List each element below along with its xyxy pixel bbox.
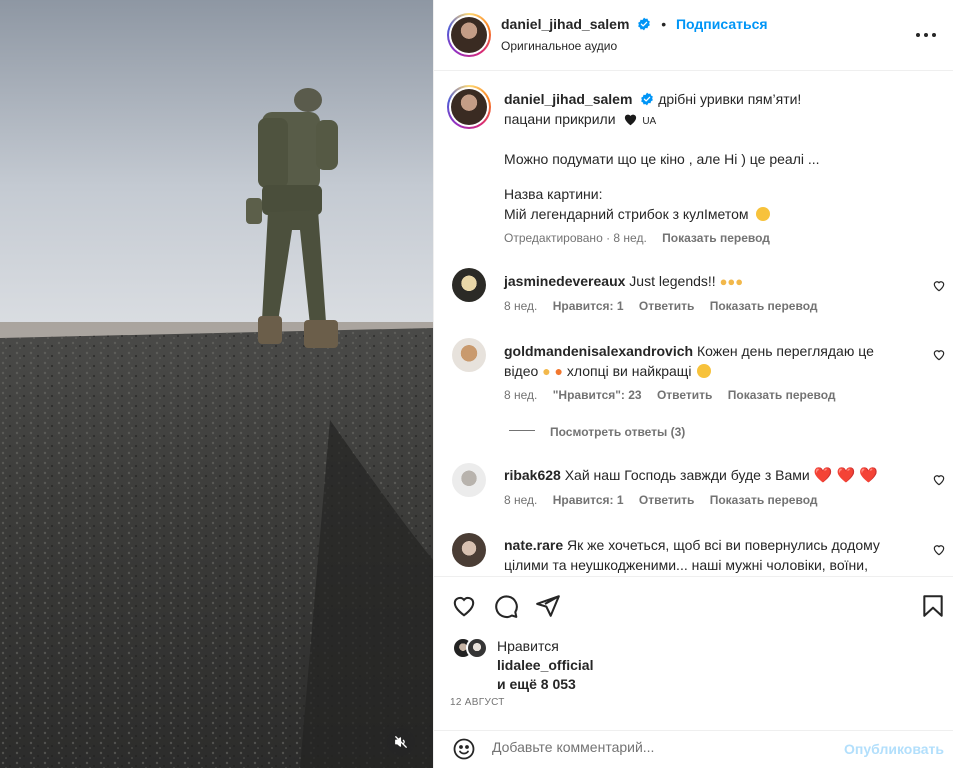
comment-avatar[interactable]: [452, 338, 486, 372]
comment-text: Just legends!!: [629, 273, 716, 289]
post-date[interactable]: 12 АВГУСТ: [450, 697, 505, 708]
more-horizontal-icon[interactable]: [914, 27, 938, 43]
comment-text: Кожен день переглядаю це: [696, 343, 874, 359]
fire-emoji-icon: ●: [554, 363, 564, 379]
author-avatar[interactable]: [447, 13, 491, 57]
comment-bubble-icon[interactable]: [493, 593, 519, 619]
likes-count[interactable]: и ещё 8 053: [497, 676, 576, 692]
like-comment-heart-icon[interactable]: [932, 543, 946, 557]
comment-row-2: goldmandenisalexandrovich Кожен день пер…: [504, 341, 874, 361]
caption-text-5: Мій легендарний стрибок з кулІметом: [504, 206, 749, 222]
caption-avatar[interactable]: [447, 85, 491, 129]
translate-link[interactable]: Показать перевод: [710, 299, 818, 313]
caption-text-4: Назва картини:: [504, 186, 603, 202]
black-heart-icon: [625, 114, 637, 126]
liker-username[interactable]: lidalee_official: [497, 657, 593, 673]
smiling-face-emoji-icon: [697, 364, 712, 378]
comment-avatar[interactable]: [452, 533, 486, 567]
comment-row-1: jasminedevereaux Just legends!! ●●●: [504, 271, 743, 292]
comment-time: 8 нед.: [504, 388, 538, 402]
caption-line-5: Мій легендарний стрибок з кулІметом: [504, 204, 771, 224]
publish-button[interactable]: Опубликовать: [844, 741, 944, 757]
speaker-muted-icon: [395, 736, 407, 748]
caption-line-2: пацани прикрили UA: [504, 109, 656, 132]
save-bookmark-icon[interactable]: [920, 593, 946, 619]
like-heart-icon[interactable]: [451, 593, 477, 619]
comment-row-4: nate.rare Як же хочеться, щоб всі ви пов…: [504, 535, 880, 555]
separator-dot: •: [661, 16, 667, 32]
post-panel: daniel_jihad_salem • Подписаться Оригина…: [433, 0, 953, 768]
comment-username[interactable]: nate.rare: [504, 537, 563, 553]
emoji-smiley-icon[interactable]: [452, 737, 476, 761]
post-modal: daniel_jihad_salem • Подписаться Оригина…: [0, 0, 953, 768]
caption-translate-link[interactable]: Показать перевод: [662, 231, 770, 245]
comment-username[interactable]: goldmandenisalexandrovich: [504, 343, 693, 359]
flexed-biceps-emoji-icon: ●●●: [719, 274, 744, 289]
audio-label[interactable]: Оригинальное аудио: [501, 39, 617, 53]
comment-text-2: цілими та неушкодженими... наші мужні чо…: [504, 557, 868, 573]
comment-username[interactable]: ribak628: [504, 467, 561, 483]
comment-text-3: хлопці ви найкращі: [566, 363, 692, 379]
liker-avatar[interactable]: [466, 637, 488, 659]
comment-text-2: відео: [504, 363, 539, 379]
translate-link[interactable]: Показать перевод: [728, 388, 836, 402]
comment-text: Хай наш Господь завжди буде з Вами: [564, 467, 810, 483]
comment-meta: 8 нед. "Нравится": 23 Ответить Показать …: [504, 388, 836, 402]
ua-flag-label: UA: [642, 116, 657, 127]
mute-button[interactable]: [387, 728, 415, 756]
caption-username[interactable]: daniel_jihad_salem: [504, 91, 632, 107]
comment-row-3: ribak628 Хай наш Господь завжди буде з В…: [504, 465, 878, 486]
comment-row-2b: відео ● ● хлопці ви найкращі: [504, 361, 712, 381]
likes-label: Нравится: [497, 638, 559, 654]
verified-badge-icon: [640, 91, 654, 111]
post-header: daniel_jihad_salem • Подписаться Оригина…: [434, 0, 953, 71]
comment-avatar[interactable]: [452, 268, 486, 302]
verified-badge-icon: [637, 17, 651, 34]
reply-button[interactable]: Ответить: [657, 388, 712, 402]
video-frame: [0, 0, 433, 768]
share-send-icon[interactable]: [535, 593, 561, 619]
red-hearts-emoji-icon: ❤️ ❤️ ❤️: [813, 467, 878, 484]
comment-input[interactable]: [492, 739, 832, 755]
clapping-emoji-icon: ●: [542, 363, 551, 379]
comment-avatar[interactable]: [452, 463, 486, 497]
like-comment-heart-icon[interactable]: [932, 279, 946, 293]
comment-text: Як же хочеться, щоб всі ви повернулись д…: [567, 537, 880, 553]
comment-meta: 8 нед. Нравится: 1 Ответить Показать пер…: [504, 299, 818, 313]
caption-text-3: Можно подумати що це кіно , але Ні ) це …: [504, 151, 820, 167]
comment-time: 8 нед.: [504, 493, 538, 507]
replies-divider: [509, 430, 535, 431]
caption-text-1: дрібні уривки пям’яти!: [658, 91, 802, 107]
post-actions: Нравится lidalee_official и ещё 8 053 12…: [434, 576, 953, 708]
video-player[interactable]: [0, 0, 433, 768]
comment-likes[interactable]: Нравится: 1: [553, 493, 624, 507]
comment-likes[interactable]: "Нравится": 23: [553, 388, 642, 402]
caption-text-2: пацани прикрили: [504, 111, 616, 127]
caption-first-line: daniel_jihad_salem дрібні уривки пям’яти…: [504, 89, 801, 111]
author-username[interactable]: daniel_jihad_salem: [501, 16, 629, 32]
caption-meta: Отредактировано · 8 нед. Показать перево…: [504, 231, 770, 245]
comment-meta: 8 нед. Нравится: 1 Ответить Показать пер…: [504, 493, 818, 507]
comment-time: 8 нед.: [504, 299, 538, 313]
comment-username[interactable]: jasminedevereaux: [504, 273, 625, 289]
reply-button[interactable]: Ответить: [639, 493, 694, 507]
comments-list[interactable]: daniel_jihad_salem дрібні уривки пям’яти…: [434, 72, 953, 576]
translate-link[interactable]: Показать перевод: [710, 493, 818, 507]
caption-edited-time: Отредактировано · 8 нед.: [504, 231, 647, 245]
reply-button[interactable]: Ответить: [639, 299, 694, 313]
smiling-face-emoji-icon: [756, 207, 771, 221]
like-comment-heart-icon[interactable]: [932, 473, 946, 487]
comment-likes[interactable]: Нравится: 1: [553, 299, 624, 313]
view-replies-button[interactable]: Посмотреть ответы (3): [550, 425, 685, 439]
follow-button[interactable]: Подписаться: [676, 16, 768, 32]
like-comment-heart-icon[interactable]: [932, 348, 946, 362]
add-comment-bar: Опубликовать: [434, 730, 953, 768]
